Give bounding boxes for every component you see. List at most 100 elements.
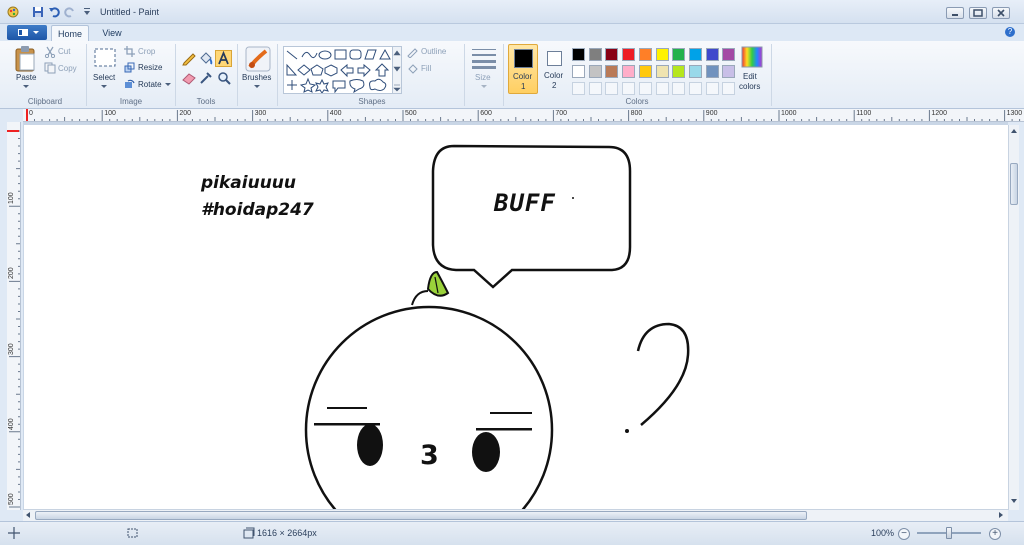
help-icon[interactable]: ?: [1005, 27, 1015, 37]
size-button[interactable]: Size: [475, 73, 491, 82]
color1-swatch: [514, 49, 533, 68]
scroll-right-icon[interactable]: [997, 510, 1005, 520]
copy-button[interactable]: Copy: [58, 64, 77, 73]
ruler-label: 1300: [1006, 110, 1023, 117]
palette-swatch[interactable]: [622, 48, 636, 61]
sprout-stem: [411, 290, 429, 306]
brushes-button[interactable]: Brushes: [242, 73, 271, 82]
custom-color-slot[interactable]: [588, 82, 602, 95]
crop-button[interactable]: Crop: [138, 47, 155, 56]
vertical-scrollbar[interactable]: [1008, 125, 1019, 510]
palette-swatch[interactable]: [638, 48, 652, 61]
custom-color-slot[interactable]: [572, 82, 585, 95]
copy-icon: [44, 62, 56, 74]
vertical-scroll-thumb[interactable]: [1010, 163, 1018, 205]
paste-dropdown-icon[interactable]: [23, 85, 29, 89]
custom-color-slot[interactable]: [672, 82, 686, 95]
palette-swatch[interactable]: [572, 65, 585, 78]
rotate-button[interactable]: Rotate: [138, 80, 162, 89]
palette-swatch[interactable]: [655, 65, 669, 78]
palette-swatch[interactable]: [705, 48, 719, 61]
horizontal-scrollbar[interactable]: [23, 509, 1008, 521]
palette-swatch[interactable]: [655, 48, 669, 61]
palette-swatch[interactable]: [688, 65, 702, 78]
tab-home[interactable]: Home: [51, 25, 89, 41]
fill-button[interactable]: Fill: [421, 64, 431, 73]
zoom-in-button[interactable]: +: [989, 528, 1001, 540]
palette-swatch[interactable]: [722, 48, 736, 61]
eraser-icon[interactable]: [181, 70, 197, 86]
brushes-icon[interactable]: [244, 45, 272, 73]
select-dropdown-icon[interactable]: [101, 85, 107, 89]
select-button[interactable]: Select: [93, 73, 115, 82]
horizontal-scroll-thumb[interactable]: [35, 511, 807, 520]
ruler-ticks: [26, 109, 1021, 121]
custom-color-slot[interactable]: [722, 82, 736, 95]
scroll-down-icon[interactable]: [1009, 497, 1019, 505]
custom-color-slot[interactable]: [655, 82, 669, 95]
brushes-dropdown-icon[interactable]: [254, 85, 260, 89]
right-eyelid: [476, 428, 532, 431]
shapes-gallery[interactable]: [283, 46, 402, 94]
ruler-label: 1100: [856, 110, 872, 117]
palette-swatch[interactable]: [622, 65, 636, 78]
text-tool-button[interactable]: [215, 50, 232, 67]
palette-swatch[interactable]: [588, 48, 602, 61]
image-group-label: Image: [119, 97, 143, 106]
palette-swatch[interactable]: [672, 48, 686, 61]
edit-colors-icon[interactable]: [741, 46, 763, 68]
paste-icon[interactable]: [14, 45, 38, 73]
shapes-scroll[interactable]: [392, 46, 402, 94]
maximize-button[interactable]: [969, 7, 987, 19]
ruler-label: 700: [555, 110, 568, 117]
magnifier-icon[interactable]: [216, 70, 232, 86]
scroll-left-icon[interactable]: [24, 510, 32, 520]
customize-toolbar-icon[interactable]: [81, 6, 93, 18]
scroll-up-icon[interactable]: [1009, 127, 1019, 135]
palette-swatch[interactable]: [638, 65, 652, 78]
pencil-icon[interactable]: [181, 50, 197, 66]
fill-icon: [408, 64, 418, 74]
drawing-canvas[interactable]: pikaiuuuu #hoidap247 BUFF 3: [24, 125, 1008, 510]
undo-icon[interactable]: [48, 6, 60, 18]
close-button[interactable]: [992, 7, 1010, 19]
selection-size-icon: [127, 528, 138, 538]
ruler-label: 1200: [931, 110, 947, 117]
mouth: 3: [420, 440, 439, 471]
save-icon[interactable]: [32, 6, 44, 18]
color-picker-icon[interactable]: [198, 70, 214, 86]
custom-color-slot[interactable]: [688, 82, 702, 95]
palette-swatch[interactable]: [722, 65, 736, 78]
outline-button[interactable]: Outline: [421, 47, 446, 56]
custom-color-slot[interactable]: [605, 82, 619, 95]
custom-color-slot[interactable]: [622, 82, 636, 95]
zoom-slider-thumb[interactable]: [946, 527, 952, 539]
palette-swatch[interactable]: [605, 48, 619, 61]
right-brow: [490, 412, 532, 414]
palette-swatch[interactable]: [705, 65, 719, 78]
zoom-out-button[interactable]: −: [898, 528, 910, 540]
minimize-button[interactable]: [946, 7, 964, 19]
custom-color-slot[interactable]: [638, 82, 652, 95]
size-icon[interactable]: [471, 47, 497, 69]
paint-menu-button[interactable]: [7, 25, 47, 40]
select-icon[interactable]: [93, 47, 117, 69]
palette-swatch[interactable]: [588, 65, 602, 78]
redo-icon[interactable]: [64, 6, 76, 18]
resize-button[interactable]: Resize: [138, 63, 162, 72]
fill-bucket-icon[interactable]: [198, 50, 214, 66]
rotate-dropdown-icon[interactable]: [165, 83, 171, 87]
color1-button[interactable]: Color 1: [508, 44, 538, 94]
edit-colors-label2[interactable]: colors: [739, 82, 760, 91]
palette-swatch[interactable]: [672, 65, 686, 78]
cut-button[interactable]: Cut: [58, 47, 70, 56]
edit-colors-label[interactable]: Edit: [743, 72, 757, 81]
palette-swatch[interactable]: [688, 48, 702, 61]
tab-view[interactable]: View: [96, 25, 128, 41]
color2-button[interactable]: Color 2: [541, 44, 569, 94]
palette-swatch[interactable]: [572, 48, 585, 61]
custom-color-slot[interactable]: [705, 82, 719, 95]
paste-button[interactable]: Paste: [16, 73, 36, 82]
size-dropdown-icon[interactable]: [481, 85, 487, 89]
palette-swatch[interactable]: [605, 65, 619, 78]
